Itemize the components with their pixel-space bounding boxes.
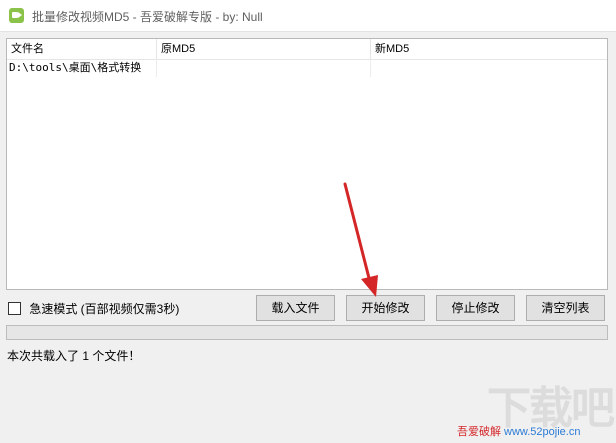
watermark-footer: 吾爱破解 www.52pojie.cn (457, 423, 580, 439)
fast-mode-label: 急速模式 (百部视频仅需3秒) (29, 302, 180, 316)
app-icon (9, 8, 24, 23)
cell-filename: D:\tools\桌面\格式转换 (7, 59, 157, 77)
watermark-site-text: www.52pojie.cn (504, 426, 581, 438)
cell-original-md5 (157, 59, 371, 77)
watermark-left-text: 吾爱破解 (457, 426, 501, 438)
fast-mode-option[interactable]: 急速模式 (百部视频仅需3秒) (8, 300, 179, 316)
status-text: 本次共载入了 1 个文件！ (7, 349, 141, 363)
title-bar[interactable]: 批量修改视频MD5 - 吾爱破解专版 - by: Null (0, 0, 616, 32)
load-files-button[interactable]: 载入文件 (256, 295, 335, 321)
start-modify-button[interactable]: 开始修改 (346, 295, 425, 321)
stop-modify-button[interactable]: 停止修改 (436, 295, 515, 321)
list-item[interactable]: D:\tools\桌面\格式转换 (7, 59, 607, 77)
progress-bar (6, 325, 608, 340)
cell-new-md5 (371, 59, 607, 77)
column-header-original-md5[interactable]: 原MD5 (157, 39, 371, 59)
column-header-filename[interactable]: 文件名 (7, 39, 157, 59)
file-list[interactable]: 文件名 原MD5 新MD5 D:\tools\桌面\格式转换 (6, 38, 608, 290)
fast-mode-checkbox[interactable] (8, 302, 21, 315)
clear-list-button[interactable]: 清空列表 (526, 295, 605, 321)
list-header: 文件名 原MD5 新MD5 (7, 39, 607, 60)
window-title: 批量修改视频MD5 - 吾爱破解专版 - by: Null (32, 10, 263, 24)
column-header-new-md5[interactable]: 新MD5 (371, 39, 607, 59)
